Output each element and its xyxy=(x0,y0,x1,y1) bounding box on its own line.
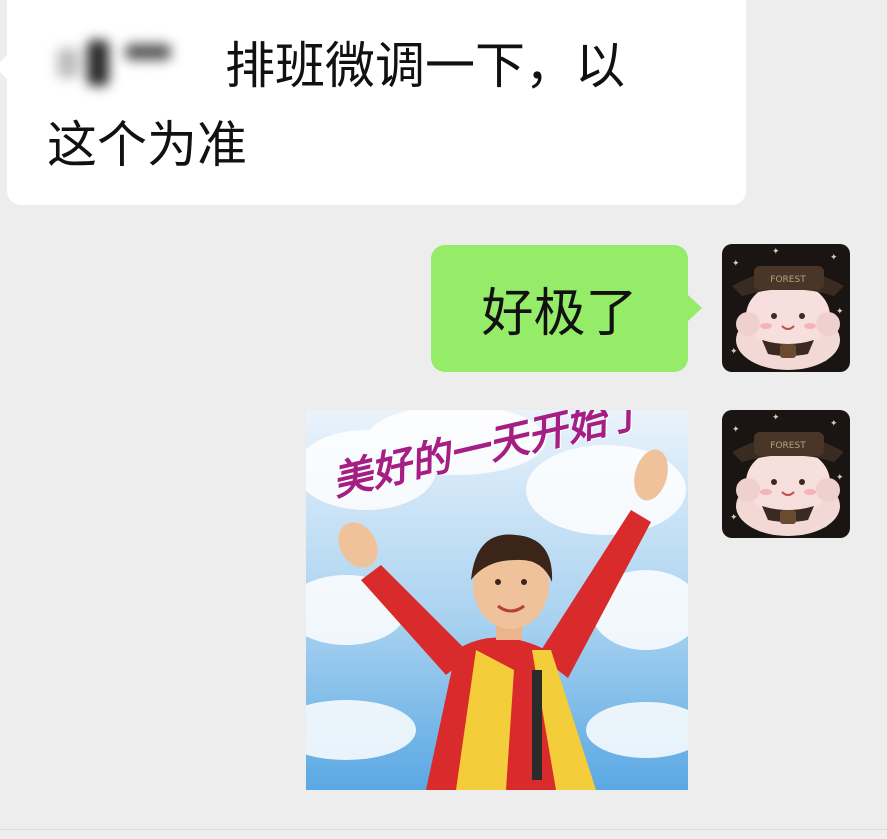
bubble-tail xyxy=(0,55,7,79)
bubble-tail xyxy=(688,295,702,321)
plush-bear-with-hat-icon: ✦✦✦✦✦✦ FOREST xyxy=(722,410,850,538)
svg-text:✦: ✦ xyxy=(836,307,844,317)
hat-text: FOREST xyxy=(770,441,806,451)
incoming-message-bubble[interactable]: 排班微调一下，以 这个为准 xyxy=(0,0,746,205)
sticker-image[interactable]: 美好的一天开始了 xyxy=(306,410,688,790)
svg-text:✦: ✦ xyxy=(772,247,780,257)
hat-text: FOREST xyxy=(770,275,806,285)
blurred-sender-name xyxy=(55,30,185,96)
svg-text:✦: ✦ xyxy=(836,473,844,483)
svg-text:✦: ✦ xyxy=(830,253,838,263)
user-avatar[interactable]: ✦✦✦✦✦✦ FOREST xyxy=(722,244,850,372)
outgoing-message-text: 好极了 xyxy=(481,284,638,344)
svg-text:✦: ✦ xyxy=(732,425,740,435)
message-text-line-1: 排班微调一下，以 xyxy=(225,37,625,95)
svg-text:✦: ✦ xyxy=(772,413,780,423)
svg-text:✦: ✦ xyxy=(830,419,838,429)
bottom-divider xyxy=(0,829,887,830)
svg-text:✦: ✦ xyxy=(730,513,738,523)
plush-bear-with-hat-icon: ✦✦✦✦✦✦ FOREST xyxy=(722,244,850,372)
message-text-line-2: 这个为准 xyxy=(47,116,247,174)
user-avatar[interactable]: ✦✦✦✦✦✦ FOREST xyxy=(722,410,850,538)
outgoing-message-bubble[interactable]: 好极了 xyxy=(431,245,702,372)
svg-text:✦: ✦ xyxy=(732,259,740,269)
svg-text:✦: ✦ xyxy=(730,347,738,357)
